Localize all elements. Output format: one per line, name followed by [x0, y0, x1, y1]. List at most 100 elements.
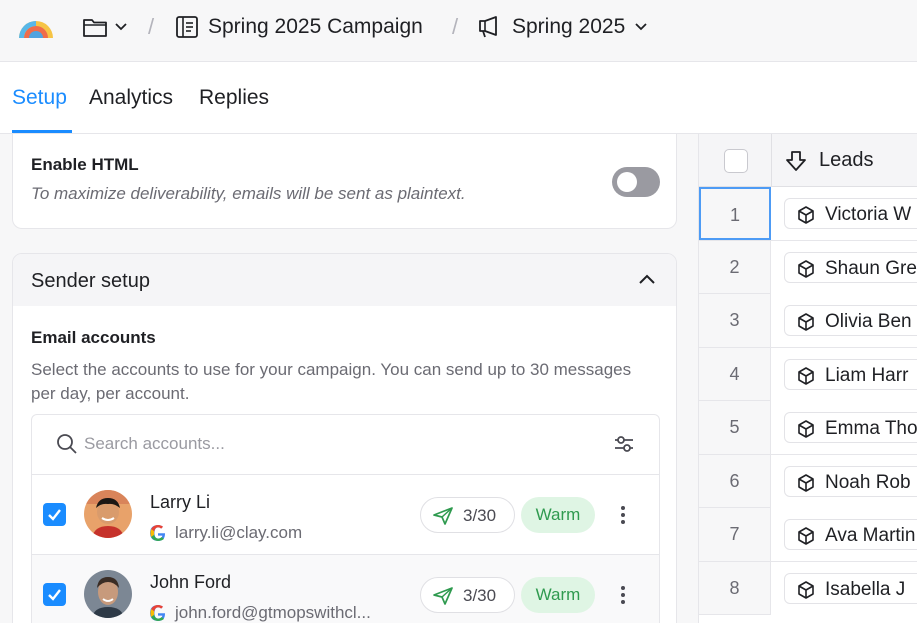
- sequence-name: Spring 2025: [512, 15, 626, 38]
- lead-name: Olivia Ben: [825, 311, 912, 332]
- folder-dropdown[interactable]: [82, 15, 128, 39]
- avatar: [84, 570, 132, 618]
- email-accounts-title: Email accounts: [31, 328, 156, 347]
- table-row[interactable]: 5 Emma Tho: [699, 401, 917, 455]
- lead-chip[interactable]: Noah Rob: [784, 465, 917, 497]
- table-row[interactable]: 1 Victoria W: [699, 187, 917, 241]
- cube-icon: [798, 580, 814, 599]
- lead-cell[interactable]: Noah Rob: [771, 454, 917, 508]
- lead-name: Emma Tho: [825, 418, 917, 439]
- account-name: Larry Li: [150, 492, 211, 512]
- lead-name: Isabella J: [825, 578, 906, 600]
- lead-cell[interactable]: Victoria W: [771, 187, 917, 240]
- lead-chip[interactable]: Liam Harr: [784, 358, 917, 390]
- table-row[interactable]: 4 Liam Harr: [699, 347, 917, 401]
- accounts-list: Larry Li larry.li@clay.com 3/30 Warm: [31, 414, 660, 623]
- lead-cell[interactable]: Liam Harr: [771, 347, 917, 401]
- google-icon: [150, 525, 166, 541]
- table-row[interactable]: 6 Noah Rob: [699, 454, 917, 508]
- lead-name: Liam Harr: [825, 364, 909, 386]
- lead-cell[interactable]: Emma Tho: [771, 401, 917, 454]
- lead-cell[interactable]: Isabella J: [771, 561, 917, 615]
- chevron-down-icon: [115, 23, 127, 31]
- sender-setup-header[interactable]: Sender setup: [13, 254, 676, 306]
- cube-icon: [798, 313, 814, 331]
- enable-html-card: Enable HTML To maximize deliverability, …: [12, 134, 677, 229]
- account-checkbox[interactable]: [43, 503, 66, 526]
- row-number: 7: [699, 508, 771, 561]
- more-options-icon[interactable]: [615, 581, 631, 609]
- app-logo[interactable]: [17, 12, 55, 40]
- row-number: 2: [699, 240, 771, 294]
- filter-sliders-icon[interactable]: [612, 433, 636, 455]
- sort-descending-icon[interactable]: [785, 149, 807, 173]
- setup-panel: Enable HTML To maximize deliverability, …: [0, 134, 698, 623]
- checkmark-icon: [48, 509, 61, 521]
- table-row[interactable]: 7 Ava Martin: [699, 508, 917, 562]
- row-number: 8: [699, 561, 771, 615]
- send-plane-icon: [433, 587, 453, 605]
- lead-name: Noah Rob: [825, 471, 911, 493]
- row-number: 4: [699, 347, 771, 401]
- account-row[interactable]: John Ford john.ford@gtmopswithcl... 3/30…: [32, 555, 659, 623]
- enable-html-description: To maximize deliverability, emails will …: [31, 184, 466, 203]
- folder-icon: [83, 19, 107, 37]
- sender-setup-card: Sender setup Email accounts Select the a…: [12, 253, 677, 623]
- chevron-up-icon[interactable]: [637, 272, 657, 286]
- lead-name: Ava Martin: [825, 525, 916, 546]
- row-number: 5: [699, 401, 771, 454]
- tab-setup[interactable]: Setup: [12, 86, 67, 110]
- lead-chip[interactable]: Victoria W: [784, 198, 917, 229]
- daily-send-count: 3/30: [420, 497, 515, 533]
- more-options-icon[interactable]: [615, 501, 631, 529]
- leads-table: Leads 1 Victoria W 2 Shaun Gre 3 Olivia …: [698, 134, 917, 623]
- lead-cell[interactable]: Shaun Gre: [771, 240, 917, 294]
- breadcrumb-separator: /: [452, 14, 459, 39]
- lead-chip[interactable]: Shaun Gre: [784, 251, 917, 283]
- send-plane-icon: [433, 507, 453, 525]
- google-icon: [150, 605, 166, 621]
- cube-icon: [798, 473, 814, 492]
- cube-icon: [798, 527, 814, 545]
- account-search-row: [32, 415, 659, 475]
- row-number: 3: [699, 294, 771, 347]
- tab-replies[interactable]: Replies: [199, 86, 269, 110]
- account-email: larry.li@clay.com: [175, 523, 303, 542]
- leads-column-header[interactable]: Leads: [819, 149, 874, 172]
- lead-name: Victoria W: [825, 204, 912, 225]
- breadcrumb-separator: /: [148, 14, 155, 39]
- active-tab-indicator: [12, 130, 72, 133]
- account-checkbox[interactable]: [43, 583, 66, 606]
- avatar: [84, 490, 132, 538]
- breadcrumb-sequence[interactable]: Spring 2025: [477, 13, 648, 41]
- cube-icon: [798, 259, 814, 278]
- checkmark-icon: [48, 589, 61, 601]
- account-search-input[interactable]: [84, 431, 584, 457]
- account-email: john.ford@gtmopswithcl...: [175, 603, 371, 622]
- tab-analytics[interactable]: Analytics: [89, 86, 173, 110]
- lead-chip[interactable]: Isabella J: [784, 572, 917, 604]
- account-row[interactable]: Larry Li larry.li@clay.com 3/30 Warm: [32, 475, 659, 555]
- select-all-checkbox[interactable]: [724, 149, 748, 173]
- search-icon: [57, 434, 77, 454]
- send-count-text: 3/30: [463, 586, 497, 605]
- warm-status-badge: Warm: [521, 577, 595, 613]
- lead-chip[interactable]: Emma Tho: [784, 412, 917, 443]
- send-count-text: 3/30: [463, 506, 497, 525]
- cube-icon: [798, 206, 814, 224]
- lead-chip[interactable]: Olivia Ben: [784, 305, 917, 336]
- enable-html-toggle[interactable]: [612, 167, 660, 197]
- top-bar: / Spring 2025 Campaign / Spring 2025: [0, 0, 917, 62]
- table-row[interactable]: 8 Isabella J: [699, 561, 917, 615]
- email-accounts-description: Select the accounts to use for your camp…: [31, 360, 632, 403]
- lead-chip[interactable]: Ava Martin: [784, 519, 917, 550]
- leads-table-header: Leads: [699, 134, 917, 187]
- lead-cell[interactable]: Ava Martin: [771, 508, 917, 561]
- breadcrumb-campaign[interactable]: Spring 2025 Campaign: [175, 13, 423, 41]
- campaign-name: Spring 2025 Campaign: [208, 15, 423, 38]
- toggle-knob: [617, 172, 637, 192]
- lead-cell[interactable]: Olivia Ben: [771, 294, 917, 347]
- table-row[interactable]: 3 Olivia Ben: [699, 294, 917, 348]
- lead-name: Shaun Gre: [825, 257, 917, 279]
- table-row[interactable]: 2 Shaun Gre: [699, 240, 917, 294]
